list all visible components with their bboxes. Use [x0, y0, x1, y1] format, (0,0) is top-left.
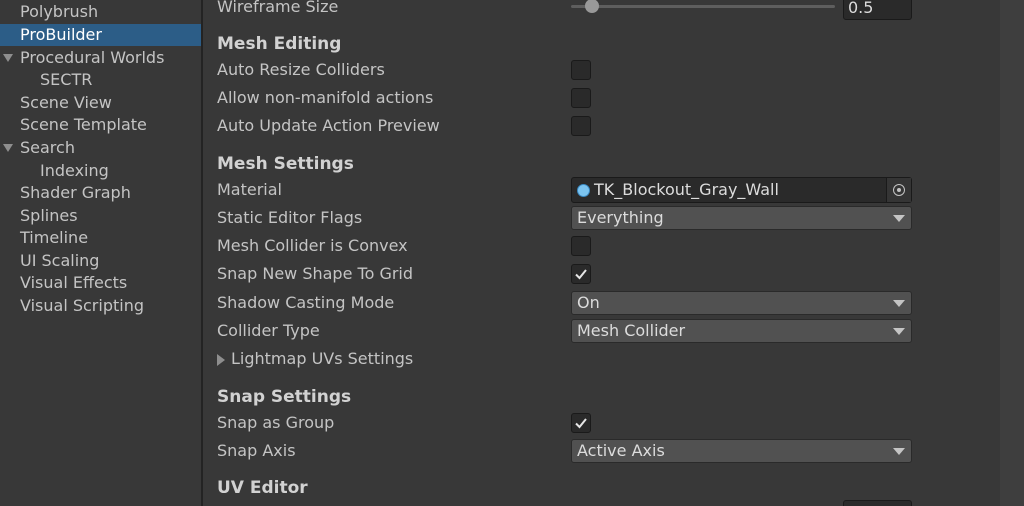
- sidebar-item-shader-graph[interactable]: Shader Graph: [0, 182, 201, 204]
- chevron-down-icon: [893, 300, 905, 307]
- snap-axis-dropdown[interactable]: Active Axis: [571, 439, 912, 463]
- uv-editor-header: UV Editor: [217, 478, 308, 498]
- sidebar-item-timeline[interactable]: Timeline: [0, 227, 201, 249]
- material-value: TK_Blockout_Gray_Wall: [594, 180, 779, 199]
- chevron-down-icon: [893, 215, 905, 222]
- sidebar-item-visual-effects[interactable]: Visual Effects: [0, 272, 201, 294]
- sidebar-item-probuilder[interactable]: ProBuilder: [0, 24, 201, 46]
- uv-editor-input[interactable]: [843, 500, 912, 506]
- sidebar-item-label: Scene View: [20, 93, 112, 112]
- sidebar-item-label: Search: [20, 138, 75, 157]
- collider-type-label: Collider Type: [217, 321, 320, 340]
- static-editor-flags-dropdown[interactable]: Everything: [571, 206, 912, 230]
- shadow-casting-mode-label: Shadow Casting Mode: [217, 293, 395, 312]
- sidebar-item-label: Timeline: [20, 228, 89, 247]
- shadow-casting-mode-value: On: [577, 293, 600, 312]
- auto-resize-colliders-label: Auto Resize Colliders: [217, 60, 385, 79]
- material-object-field[interactable]: TK_Blockout_Gray_Wall: [571, 177, 912, 203]
- sidebar-item-scene-template[interactable]: Scene Template: [0, 114, 201, 136]
- shadow-casting-mode-dropdown[interactable]: On: [571, 291, 912, 315]
- sidebar-item-label: Visual Effects: [20, 273, 128, 292]
- preferences-sidebar: Polybrush ProBuilder Procedural Worlds S…: [0, 0, 201, 506]
- sidebar-item-label: Polybrush: [20, 2, 99, 21]
- auto-update-preview-checkbox[interactable]: [571, 116, 591, 136]
- mesh-settings-header: Mesh Settings: [217, 154, 354, 174]
- material-label: Material: [217, 180, 282, 199]
- wireframe-size-value: 0.5: [848, 0, 874, 17]
- lightmap-uvs-foldout[interactable]: Lightmap UVs Settings: [231, 349, 413, 369]
- chevron-down-icon: [893, 328, 905, 335]
- wireframe-size-input[interactable]: 0.5: [843, 0, 912, 20]
- static-editor-flags-label: Static Editor Flags: [217, 208, 363, 227]
- sidebar-item-label: Scene Template: [20, 115, 147, 134]
- sidebar-item-search[interactable]: Search: [0, 137, 201, 159]
- sidebar-item-label: Shader Graph: [20, 183, 131, 202]
- sidebar-item-procedural-worlds[interactable]: Procedural Worlds: [0, 47, 201, 69]
- collider-type-dropdown[interactable]: Mesh Collider: [571, 319, 912, 343]
- snap-axis-value: Active Axis: [577, 441, 665, 460]
- chevron-down-icon: [893, 448, 905, 455]
- sidebar-item-label: Visual Scripting: [20, 296, 144, 315]
- sidebar-item-label: Procedural Worlds: [20, 48, 165, 67]
- mesh-collider-convex-checkbox[interactable]: [571, 236, 591, 256]
- sidebar-item-label: Indexing: [40, 161, 109, 180]
- collider-type-value: Mesh Collider: [577, 321, 686, 340]
- static-editor-flags-value: Everything: [577, 208, 664, 227]
- material-icon: [577, 184, 590, 197]
- sidebar-item-polybrush[interactable]: Polybrush: [0, 1, 201, 23]
- sidebar-item-scene-view[interactable]: Scene View: [0, 92, 201, 114]
- sidebar-item-ui-scaling[interactable]: UI Scaling: [0, 250, 201, 272]
- wireframe-size-slider-thumb[interactable]: [585, 0, 599, 13]
- sidebar-item-visual-scripting[interactable]: Visual Scripting: [0, 295, 201, 317]
- snap-axis-label: Snap Axis: [217, 441, 296, 460]
- preferences-window: Polybrush ProBuilder Procedural Worlds S…: [0, 0, 1024, 506]
- snap-as-group-checkbox[interactable]: [571, 413, 591, 433]
- wireframe-size-slider[interactable]: [571, 5, 835, 8]
- snap-settings-header: Snap Settings: [217, 387, 352, 407]
- sidebar-item-splines[interactable]: Splines: [0, 205, 201, 227]
- sidebar-item-indexing[interactable]: Indexing: [0, 160, 201, 182]
- object-picker-icon[interactable]: [886, 178, 911, 202]
- sidebar-item-label: UI Scaling: [20, 251, 100, 270]
- checkmark-icon: [575, 269, 587, 280]
- auto-update-preview-label: Auto Update Action Preview: [217, 116, 440, 135]
- checkmark-icon: [575, 418, 587, 429]
- probuilder-settings-panel: Wireframe Size 0.5 Mesh Editing Auto Res…: [203, 0, 1000, 506]
- scrollbar[interactable]: [1000, 0, 1024, 506]
- allow-non-manifold-label: Allow non-manifold actions: [217, 88, 434, 107]
- mesh-collider-convex-label: Mesh Collider is Convex: [217, 236, 408, 255]
- sidebar-item-sectr[interactable]: SECTR: [0, 69, 201, 91]
- sidebar-item-label: SECTR: [40, 70, 93, 89]
- allow-non-manifold-checkbox[interactable]: [571, 88, 591, 108]
- sidebar-item-label: Splines: [20, 206, 78, 225]
- snap-new-shape-label: Snap New Shape To Grid: [217, 264, 414, 283]
- mesh-editing-header: Mesh Editing: [217, 34, 342, 54]
- expand-arrow-icon[interactable]: [3, 144, 13, 152]
- foldout-arrow-icon[interactable]: [217, 354, 225, 366]
- snap-as-group-label: Snap as Group: [217, 413, 335, 432]
- wireframe-size-label: Wireframe Size: [217, 0, 339, 16]
- auto-resize-colliders-checkbox[interactable]: [571, 60, 591, 80]
- sidebar-item-label: ProBuilder: [20, 25, 102, 44]
- snap-new-shape-checkbox[interactable]: [571, 264, 591, 284]
- expand-arrow-icon[interactable]: [3, 54, 13, 62]
